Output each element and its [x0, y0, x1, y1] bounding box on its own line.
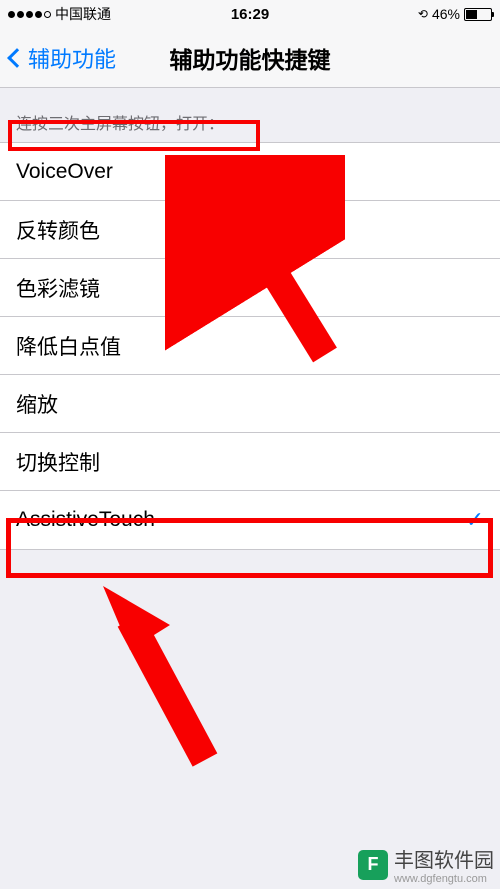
option-switch-control[interactable]: 切换控制	[0, 433, 500, 491]
option-label: VoiceOver	[16, 160, 113, 184]
status-right: ⟲ 46%	[418, 6, 492, 22]
watermark: F 丰图软件园 www.dgfengtu.com	[358, 844, 494, 885]
orientation-lock-icon: ⟲	[418, 7, 428, 21]
checkmark-icon: ✓	[466, 507, 484, 533]
status-time: 16:29	[231, 6, 269, 23]
back-button[interactable]: 辅助功能	[10, 42, 116, 74]
option-zoom[interactable]: 缩放	[0, 375, 500, 433]
option-label: AssistiveTouch	[16, 508, 155, 532]
option-assistivetouch[interactable]: AssistiveTouch ✓	[0, 491, 500, 549]
status-left: 中国联通	[8, 4, 111, 24]
option-label: 色彩滤镜	[16, 273, 100, 303]
option-label: 反转颜色	[16, 215, 100, 245]
option-label: 切换控制	[16, 447, 100, 477]
signal-strength-icon	[8, 11, 51, 18]
carrier-label: 中国联通	[55, 4, 111, 24]
option-invert-colors[interactable]: 反转颜色	[0, 201, 500, 259]
chevron-left-icon	[7, 48, 27, 68]
options-list: VoiceOver 反转颜色 色彩滤镜 降低白点值 缩放 切换控制 Assist…	[0, 142, 500, 550]
battery-icon	[464, 8, 492, 21]
battery-percentage: 46%	[432, 6, 460, 22]
status-bar: 中国联通 16:29 ⟲ 46%	[0, 0, 500, 28]
option-voiceover[interactable]: VoiceOver	[0, 143, 500, 201]
page-title: 辅助功能快捷键	[170, 41, 331, 75]
watermark-url: www.dgfengtu.com	[394, 873, 494, 885]
watermark-name: 丰图软件园	[394, 850, 494, 872]
watermark-logo-icon: F	[358, 850, 388, 880]
navigation-bar: 辅助功能 辅助功能快捷键	[0, 28, 500, 88]
back-label: 辅助功能	[28, 42, 116, 74]
section-header: 连按三次主屏幕按钮，打开：	[0, 88, 500, 142]
annotation-arrow-bottom	[75, 580, 235, 780]
option-reduce-white-point[interactable]: 降低白点值	[0, 317, 500, 375]
option-label: 缩放	[16, 389, 58, 419]
option-label: 降低白点值	[16, 331, 121, 361]
option-color-filters[interactable]: 色彩滤镜	[0, 259, 500, 317]
